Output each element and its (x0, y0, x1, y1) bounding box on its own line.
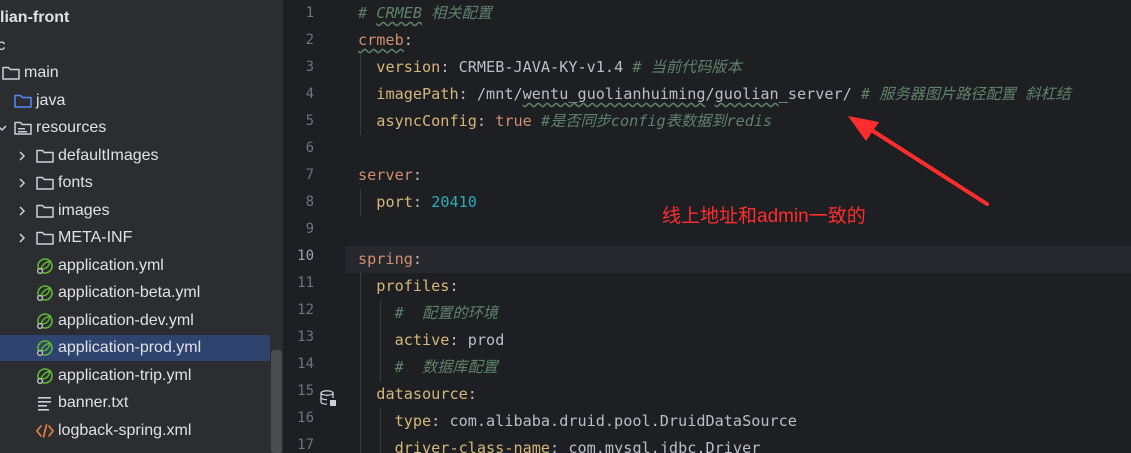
annotation-label: 线上地址和admin一致的 (662, 206, 866, 227)
annotation-arrow (848, 116, 989, 206)
